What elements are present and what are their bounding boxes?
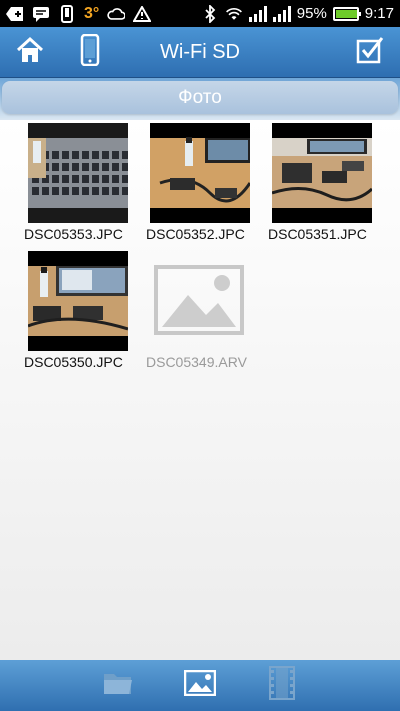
video-tab[interactable] [264,666,300,705]
photo-thumbnail-image [28,251,128,351]
photo-thumbnail[interactable]: DSC05353.JPC [24,122,134,252]
cloud-icon [107,5,126,23]
app-header: Wi-Fi SD [0,27,400,78]
film-icon [269,666,295,705]
section-title: Фото [2,81,398,114]
folder-icon [102,670,134,701]
photo-tab[interactable] [182,668,218,704]
battery-fill [335,9,357,18]
wifi-icon [225,5,243,23]
photo-thumbnail[interactable]: DSC05349.ARV [146,250,256,380]
photo-filename: DSC05351.JPC [268,226,367,242]
photo-gallery: DSC05353.JPC DSC05352.JPC DSC05351.JPC DSC0… [0,120,400,660]
device-button[interactable] [60,27,120,78]
bottom-tab-bar [0,660,400,711]
bluetooth-icon [201,4,219,23]
photo-filename: DSC05352.JPC [146,226,245,242]
folder-tab[interactable] [100,668,136,704]
temperature-text: 3° [84,4,100,22]
phone-icon [58,4,76,23]
clock: 9:17 [364,5,394,22]
photo-thumbnail[interactable]: DSC05351.JPC [268,122,378,252]
photo-filename: DSC05353.JPC [24,226,123,242]
select-button[interactable] [340,27,400,78]
photo-thumbnail-image [28,123,128,223]
battery-charging-icon [332,6,361,21]
signal-icon [248,5,267,23]
home-button[interactable] [0,27,60,78]
photo-thumbnail[interactable]: DSC05352.JPC [146,122,256,252]
image-icon [183,669,217,701]
warning-icon [133,5,152,23]
photo-thumbnail-image [272,123,372,223]
photo-filename: DSC05350.JPC [24,354,123,370]
home-icon [15,36,45,69]
chat-icon [32,5,50,23]
checkbox-icon [356,36,384,69]
status-bar: 3° 95% 9:17 [0,0,400,27]
photo-thumbnail-image [150,123,250,223]
photo-filename: DSC05349.ARV [146,354,247,370]
add-icon [6,5,24,23]
signal-icon [272,5,291,23]
image-placeholder-icon [154,265,244,335]
section-header: Фото [0,78,400,120]
photo-thumbnail[interactable]: DSC05350.JPC [24,250,134,380]
battery-percent: 95% [296,5,327,22]
page-title: Wi-Fi SD [160,40,240,63]
device-icon [80,33,100,71]
